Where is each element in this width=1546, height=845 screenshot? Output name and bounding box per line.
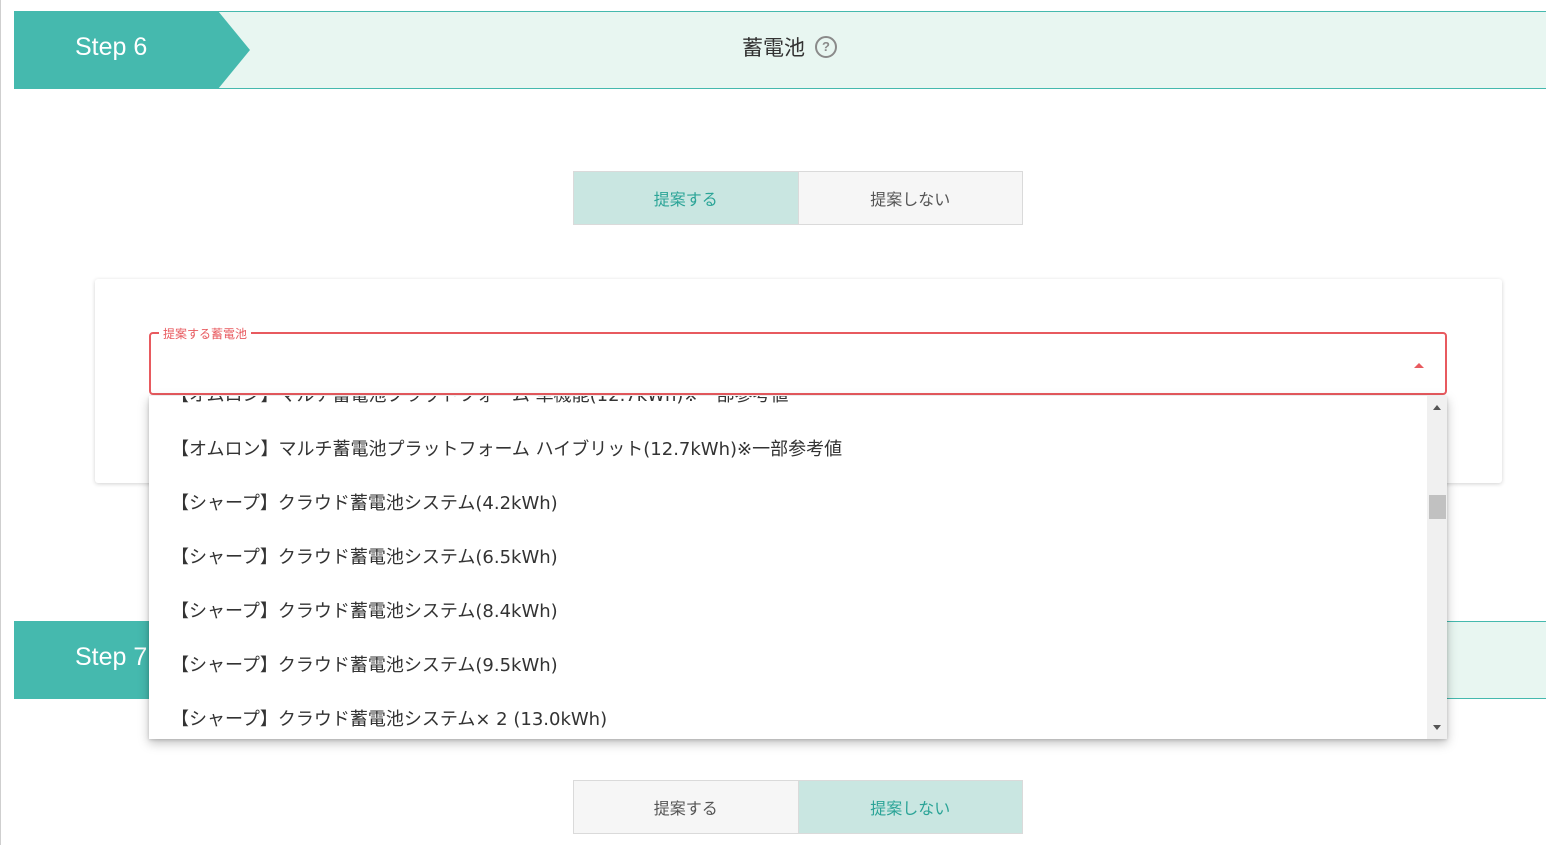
step6-title: 蓄電池 ? [742, 32, 837, 62]
battery-option[interactable]: 【オムロン】マルチ蓄電池プラットフォーム 単機能(12.7kWh)※一部参考値 [149, 396, 1427, 423]
scroll-down-arrow-icon[interactable] [1433, 725, 1441, 730]
battery-option[interactable]: 【シャープ】クラウド蓄電池システム(8.4kWh) [149, 585, 1427, 639]
step7-propose-toggle: 提案する 提案しない [573, 780, 1023, 834]
step6-header: Step 6 蓄電池 ? [14, 11, 1546, 89]
page-left-border [0, 0, 1, 845]
step7-not-propose-button[interactable]: 提案しない [797, 781, 1022, 833]
battery-option[interactable]: 【シャープ】クラウド蓄電池システム(6.5kWh) [149, 531, 1427, 585]
step6-badge-label: Step 6 [75, 33, 148, 61]
step7-badge-label: Step 7 [75, 643, 148, 671]
battery-select[interactable]: 提案する蓄電池 [149, 325, 1447, 395]
scrollbar-thumb[interactable] [1429, 495, 1446, 519]
step6-not-propose-button[interactable]: 提案しない [797, 172, 1022, 224]
battery-option[interactable]: 【オムロン】マルチ蓄電池プラットフォーム ハイブリット(12.7kWh)※一部参… [149, 423, 1427, 477]
battery-option-list: 【オムロン】マルチ蓄電池プラットフォーム 単機能(12.7kWh)※一部参考値 … [149, 396, 1427, 739]
step6-title-text: 蓄電池 [742, 36, 805, 60]
step6-propose-button[interactable]: 提案する [574, 172, 798, 224]
dropdown-scrollbar[interactable] [1427, 396, 1447, 739]
battery-dropdown-menu: 【オムロン】マルチ蓄電池プラットフォーム 単機能(12.7kWh)※一部参考値 … [149, 396, 1447, 739]
scroll-up-arrow-icon[interactable] [1433, 405, 1441, 410]
step7-propose-button[interactable]: 提案する [574, 781, 798, 833]
battery-option[interactable]: 【シャープ】クラウド蓄電池システム(4.2kWh) [149, 477, 1427, 531]
battery-option[interactable]: 【シャープ】クラウド蓄電池システム(9.5kWh) [149, 639, 1427, 693]
battery-option[interactable]: 【シャープ】クラウド蓄電池システム× 2 (13.0kWh) [149, 693, 1427, 739]
question-circle-icon[interactable]: ? [815, 36, 837, 58]
step6-badge: Step 6 [14, 11, 250, 89]
step6-propose-toggle: 提案する 提案しない [573, 171, 1023, 225]
battery-select-label: 提案する蓄電池 [159, 325, 252, 342]
caret-up-icon[interactable] [1414, 363, 1424, 368]
